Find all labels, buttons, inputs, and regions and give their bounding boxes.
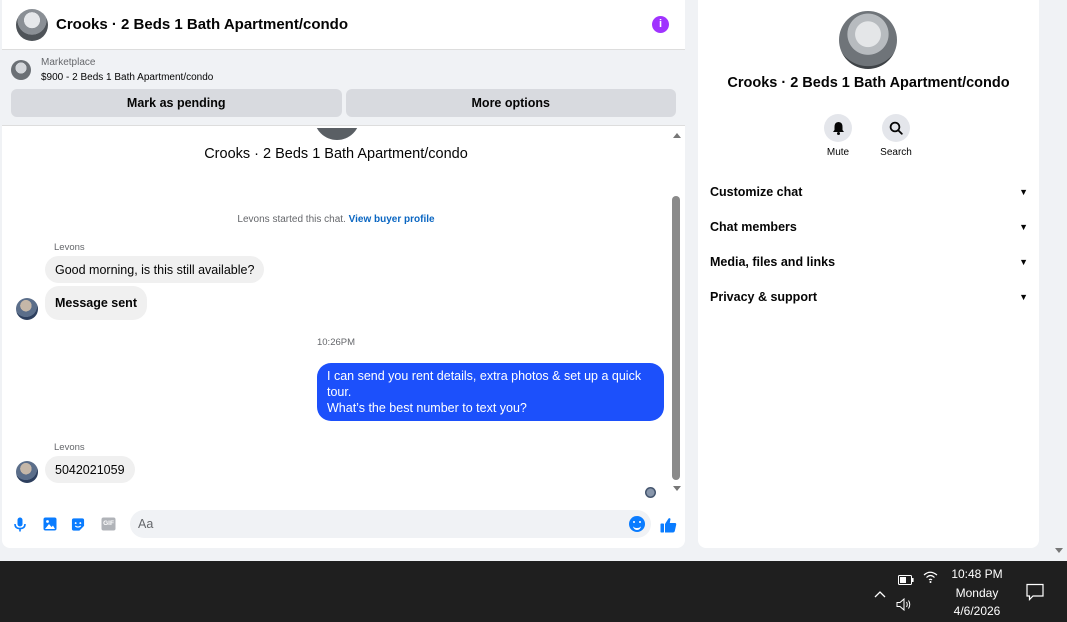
message-input[interactable]: [130, 510, 610, 538]
section-privacy-support[interactable]: Privacy & support ▼: [710, 286, 1028, 308]
search-icon: [882, 114, 910, 142]
message-input-container: [130, 510, 651, 538]
chevron-down-icon: ▼: [1019, 187, 1028, 197]
marketplace-label: Marketplace: [41, 57, 96, 68]
section-label: Privacy & support: [710, 290, 817, 304]
started-text: Levons started this chat.: [237, 214, 346, 225]
section-label: Customize chat: [710, 185, 803, 199]
section-media-files-links[interactable]: Media, files and links ▼: [710, 251, 1028, 273]
bell-icon: [824, 114, 852, 142]
mark-as-pending-button[interactable]: Mark as pending: [11, 89, 342, 117]
scroll-thumb[interactable]: [672, 196, 680, 480]
mute-label: Mute: [826, 147, 850, 158]
outgoing-message-line: What’s the best number to text you?: [327, 401, 527, 415]
chevron-down-icon: ▼: [1019, 257, 1028, 267]
marketplace-listing-row[interactable]: Marketplace $900 - 2 Beds 1 Bath Apartme…: [11, 56, 676, 84]
scroll-up-arrow[interactable]: [673, 133, 681, 138]
message-timestamp: 10:26PM: [316, 337, 356, 348]
view-buyer-profile-link[interactable]: View buyer profile: [349, 214, 435, 225]
seen-indicator-avatar: [645, 487, 656, 498]
chevron-down-icon: ▼: [1019, 292, 1028, 302]
system-clock[interactable]: 10:48 PM Monday 4/6/2026: [940, 565, 1014, 621]
gif-icon[interactable]: GIF: [101, 517, 116, 531]
search-button[interactable]: Search: [866, 114, 926, 158]
more-options-button[interactable]: More options: [345, 89, 676, 117]
wifi-icon[interactable]: [923, 569, 938, 589]
section-label: Media, files and links: [710, 255, 836, 269]
scroll-down-arrow[interactable]: [673, 486, 681, 491]
page-scroll-down-arrow[interactable]: [1055, 548, 1063, 553]
incoming-message[interactable]: Message sent: [45, 286, 147, 320]
speaker-icon[interactable]: [896, 597, 913, 616]
search-label: Search: [880, 147, 912, 158]
conversation-info-panel: Crooks · 2 Beds 1 Bath Apartment/condo M…: [698, 0, 1039, 548]
notification-center-icon[interactable]: [1026, 583, 1044, 606]
conversation-title: Crooks · 2 Beds 1 Bath Apartment/condo: [204, 146, 468, 162]
sender-name: Levons: [54, 242, 85, 253]
message-scrollbar[interactable]: [670, 128, 684, 500]
battery-icon[interactable]: [898, 572, 914, 590]
thumbs-up-icon[interactable]: [660, 516, 677, 533]
listing-avatar[interactable]: [16, 8, 48, 41]
message-list[interactable]: Crooks · 2 Beds 1 Bath Apartment/condo L…: [2, 128, 670, 502]
windows-taskbar: 10:48 PM Monday 4/6/2026: [0, 561, 1067, 622]
chat-header: Crooks · 2 Beds 1 Bath Apartment/condo i: [2, 0, 685, 50]
sticker-icon[interactable]: [71, 517, 85, 531]
listing-avatar-large[interactable]: [839, 11, 897, 69]
info-icon[interactable]: i: [652, 16, 669, 33]
outgoing-message-line: I can send you rent details, extra photo…: [327, 369, 642, 399]
chat-panel: Crooks · 2 Beds 1 Bath Apartment/condo i…: [2, 0, 685, 548]
clock-day: Monday: [955, 585, 999, 600]
section-chat-members[interactable]: Chat members ▼: [710, 216, 1028, 238]
listing-photo: [314, 128, 360, 140]
incoming-message[interactable]: Good morning, is this still available?: [45, 256, 265, 283]
info-title: Crooks · 2 Beds 1 Bath Apartment/condo: [727, 75, 1010, 91]
section-label: Chat members: [710, 220, 797, 234]
section-customize-chat[interactable]: Customize chat ▼: [710, 181, 1028, 203]
clock-date: 4/6/2026: [953, 604, 1001, 618]
listing-thumbnail: [11, 60, 31, 80]
buyer-avatar[interactable]: [16, 298, 38, 320]
mute-button[interactable]: Mute: [808, 114, 868, 158]
outgoing-message[interactable]: I can send you rent details, extra photo…: [317, 363, 664, 421]
page-scrollbar-track[interactable]: [1051, 0, 1067, 548]
show-hidden-icons-chevron-icon[interactable]: [874, 585, 886, 603]
listing-summary: $900 - 2 Beds 1 Bath Apartment/condo: [41, 72, 214, 83]
photo-icon[interactable]: [43, 517, 57, 531]
gif-label: GIF: [103, 520, 114, 527]
incoming-message[interactable]: 5042021059: [45, 456, 135, 483]
emoji-icon[interactable]: [629, 516, 645, 532]
sender-name: Levons: [54, 442, 85, 453]
clock-time: 10:48 PM: [951, 567, 1003, 581]
chat-title[interactable]: Crooks · 2 Beds 1 Bath Apartment/condo: [56, 16, 652, 33]
chevron-down-icon: ▼: [1019, 222, 1028, 232]
chat-started-notice: Levons started this chat. View buyer pro…: [2, 214, 670, 225]
composer-bar: GIF: [2, 506, 685, 542]
microphone-icon[interactable]: [13, 517, 27, 531]
buyer-avatar[interactable]: [16, 461, 38, 483]
marketplace-strip: Marketplace $900 - 2 Beds 1 Bath Apartme…: [2, 50, 685, 126]
